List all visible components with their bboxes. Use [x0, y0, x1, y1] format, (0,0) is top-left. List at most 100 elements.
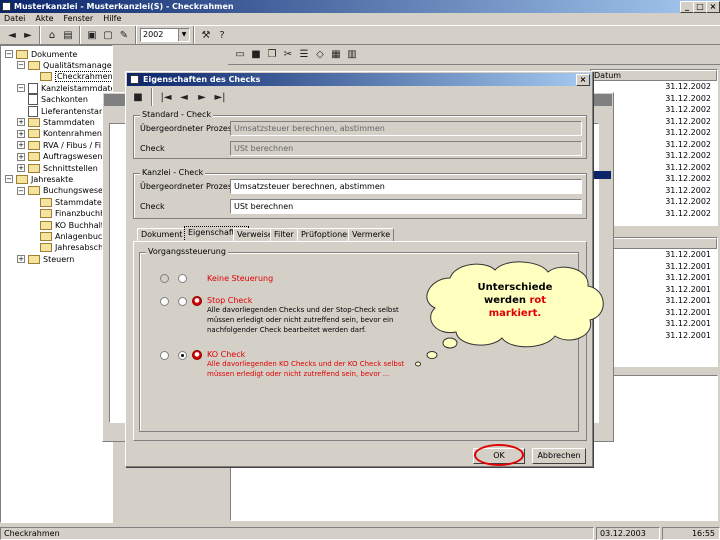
expand-icon[interactable]: +	[17, 152, 25, 161]
folder-icon	[40, 197, 52, 207]
radio-standard-none[interactable]	[160, 274, 169, 283]
code-icon[interactable]: ◇	[312, 47, 328, 63]
tree-item-label: Buchungswesen	[43, 186, 109, 196]
help-icon[interactable]: ?	[214, 27, 230, 43]
radio-standard-stop[interactable]	[160, 297, 169, 306]
callout-bubble-small	[426, 351, 438, 359]
content-toolbar: ▭ ■ ❐ ✂ ☰ ◇ ▦ ▥	[228, 45, 720, 65]
print-icon[interactable]: ▣	[84, 27, 100, 43]
collapse-icon[interactable]: −	[17, 84, 25, 93]
expand-icon[interactable]: +	[17, 129, 25, 138]
tree-item-label: Jahresakte	[31, 174, 74, 184]
back-icon[interactable]: ◄	[4, 27, 20, 43]
ok-highlight-circle	[474, 444, 524, 466]
kanzlei-process-field[interactable]: Umsatzsteuer berechnen, abstimmen	[230, 179, 582, 194]
radio-kanzlei-none[interactable]	[178, 274, 187, 283]
tree-item-label: Sachkonten	[41, 95, 88, 105]
cancel-button[interactable]: Abbrechen	[532, 448, 586, 464]
cut-icon[interactable]: ✂	[280, 47, 296, 63]
toolbar-separator	[79, 26, 81, 44]
tree-item[interactable]: + Auftragswesen	[17, 151, 102, 163]
folder-icon	[40, 209, 52, 219]
collapse-icon[interactable]: −	[17, 61, 25, 70]
tree-item[interactable]: − Buchungswesen	[17, 185, 108, 197]
callout-red-word: rot	[529, 295, 547, 306]
kanzlei-check-field[interactable]: USt berechnen	[230, 199, 582, 214]
properties-icon[interactable]: ☰	[296, 47, 312, 63]
list-icon[interactable]: ▥	[344, 47, 360, 63]
ko-check-icon: ●	[192, 350, 202, 360]
copy-icon[interactable]: ❐	[264, 47, 280, 63]
option-stop-title: Stop Check	[207, 296, 253, 305]
document-icon	[28, 82, 38, 94]
standard-process-field[interactable]: Umsatzsteuer berechnen, abstimmen	[230, 121, 582, 136]
tree-item[interactable]: Finanzbuchhaltung	[29, 208, 112, 220]
tree-item[interactable]: + Schnittstellen	[17, 162, 98, 174]
collapse-icon[interactable]: −	[17, 186, 25, 195]
tree-item[interactable]: Jahresabschluss	[29, 242, 112, 254]
menu-datei[interactable]: Datei	[4, 13, 25, 25]
maximize-button[interactable]: □	[693, 1, 707, 13]
callout-line3-text: markiert.	[488, 308, 542, 319]
date-cell[interactable]: 31.12.2002	[591, 81, 717, 93]
tree-item[interactable]: − Dokumente	[5, 48, 77, 60]
home-icon[interactable]: ⌂	[44, 27, 60, 43]
tree-item[interactable]: Sachkonten	[17, 94, 88, 106]
tab-filter[interactable]: Filter	[270, 228, 298, 242]
save-icon[interactable]: ■	[248, 47, 264, 63]
radio-standard-ko[interactable]	[160, 351, 169, 360]
tree-item[interactable]: + RVA / Fibus / Fi	[17, 139, 101, 151]
expand-icon[interactable]: +	[17, 118, 25, 127]
last-record-icon[interactable]: ►|	[212, 89, 228, 105]
menu-fenster[interactable]: Fenster	[64, 13, 94, 25]
tree-item[interactable]: − Qualitätsmanagement	[17, 59, 112, 71]
next-record-icon[interactable]: ►	[194, 89, 210, 105]
year-select[interactable]: 2002 ▼	[140, 28, 190, 42]
tree-item[interactable]: + Steuern	[17, 253, 74, 265]
tree-panel[interactable]: −Dokumente−QualitätsmanagementCheckrahme…	[0, 45, 113, 523]
previous-record-icon[interactable]: ◄	[176, 89, 192, 105]
folder-icon	[28, 186, 40, 196]
tree-item-label: Checkrahmen	[55, 71, 113, 83]
tab-vermerke[interactable]: Vermerke	[348, 228, 395, 242]
folder-icon	[28, 117, 40, 127]
tree-item[interactable]: + Kontenrahmen	[17, 128, 102, 140]
collapse-icon[interactable]: −	[5, 175, 13, 184]
tree-item[interactable]: Anlagenbuchhaltung	[29, 230, 112, 242]
status-time-text: 16:55	[691, 529, 715, 538]
tree-item[interactable]: − Jahresakte	[5, 173, 73, 185]
folder-icon[interactable]: ▤	[60, 27, 76, 43]
tree-item[interactable]: − Kanzleistammdaten	[17, 82, 112, 94]
filter-icon[interactable]: ⚒	[198, 27, 214, 43]
forward-icon[interactable]: ►	[20, 27, 36, 43]
expand-icon[interactable]: +	[17, 255, 25, 264]
close-button[interactable]: ×	[706, 1, 720, 13]
menu-hilfe[interactable]: Hilfe	[103, 13, 121, 25]
first-record-icon[interactable]: |◄	[158, 89, 174, 105]
expand-icon[interactable]: +	[17, 141, 25, 150]
open-icon[interactable]: ▭	[232, 47, 248, 63]
tab-dokument[interactable]: Dokument	[137, 228, 187, 242]
tree-item[interactable]: + Stammdaten	[17, 116, 95, 128]
menu-akte[interactable]: Akte	[35, 13, 53, 25]
expand-icon[interactable]: +	[17, 164, 25, 172]
column-header[interactable]: Datum	[591, 70, 717, 81]
collapse-icon[interactable]: −	[5, 50, 13, 58]
grid-icon[interactable]: ▦	[328, 47, 344, 63]
dialog-close-button[interactable]: ×	[576, 74, 590, 86]
tree-item[interactable]: Checkrahmen	[29, 71, 113, 83]
edit-icon[interactable]: ✎	[116, 27, 132, 43]
minimize-button[interactable]: _	[680, 1, 694, 13]
radio-kanzlei-stop[interactable]	[178, 297, 187, 306]
chevron-down-icon[interactable]: ▼	[178, 29, 189, 41]
status-time: 16:55	[662, 527, 720, 540]
save-icon[interactable]: ■	[130, 89, 146, 105]
folder-icon	[16, 174, 28, 184]
radio-kanzlei-ko[interactable]	[178, 351, 187, 360]
tree-item[interactable]: Stammdaten	[29, 196, 107, 208]
standard-check-field[interactable]: USt berechnen	[230, 141, 582, 156]
folder-icon	[28, 140, 40, 150]
tree-item[interactable]: KO Buchhaltung	[29, 219, 112, 231]
preview-icon[interactable]: ▢	[100, 27, 116, 43]
tree-item[interactable]: Lieferantenstamm	[17, 105, 112, 117]
